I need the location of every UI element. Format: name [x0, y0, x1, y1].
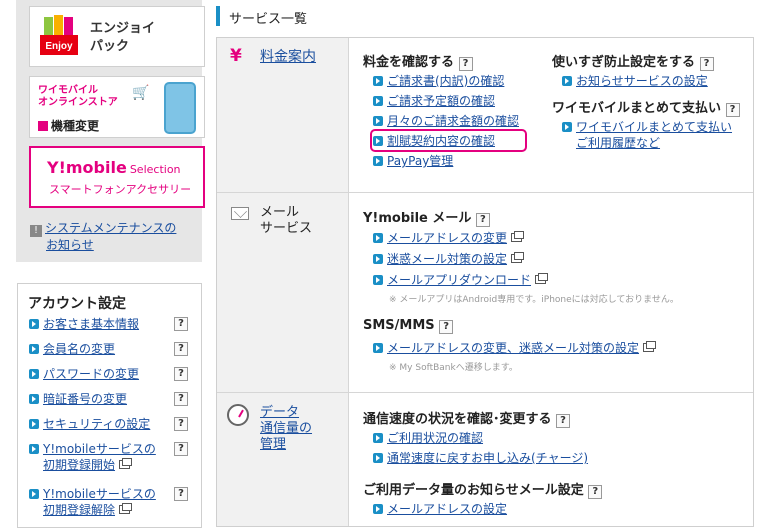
gauge-icon — [227, 404, 249, 426]
sidebar: Enjoy エンジョイ パック ワイモバイル オンラインストア 🛒 機種変更 Y… — [16, 0, 205, 528]
account-item-ymobile-unregister[interactable]: Y!mobileサービスの 初期登録解除 — [29, 486, 156, 518]
arrow-icon — [373, 116, 383, 126]
mail-link-address-change[interactable]: メールアドレスの変更 — [373, 230, 525, 246]
data-link-charge[interactable]: 通常速度に戻すお申し込み(チャージ) — [373, 450, 588, 466]
help-icon[interactable]: ? — [699, 57, 714, 71]
help-icon[interactable]: ? — [725, 103, 740, 117]
sms-mms-heading: SMS/MMS ? — [363, 318, 454, 334]
help-icon[interactable]: ? — [475, 213, 490, 227]
enjoy-pack-icon: Enjoy — [40, 15, 78, 55]
ymobile-selection-brand: Y!mobile Selection — [47, 158, 181, 177]
mail-link-app-download[interactable]: メールアプリダウンロード — [373, 272, 549, 288]
account-item-security[interactable]: セキュリティの設定 — [29, 416, 150, 432]
alert-icon: ! — [30, 225, 42, 237]
data-link-notify-address[interactable]: メールアドレスの設定 — [373, 501, 507, 517]
help-icon[interactable]: ? — [174, 317, 188, 331]
external-window-icon — [643, 341, 657, 352]
arrow-icon — [373, 343, 383, 353]
svg-text:Enjoy: Enjoy — [45, 41, 73, 52]
help-icon[interactable]: ? — [439, 320, 454, 334]
arrow-icon — [29, 319, 39, 329]
mail-link-spam[interactable]: 迷惑メール対策の設定 — [373, 251, 525, 267]
mail-app-note: ※ メールアプリはAndroid専用です。iPhoneには対応しておりません。 — [389, 295, 679, 305]
arrow-icon — [373, 233, 383, 243]
external-window-icon — [511, 252, 525, 263]
row-divider — [217, 192, 753, 193]
column-divider — [348, 38, 349, 526]
row-divider — [217, 392, 753, 393]
category-data[interactable]: データ 通信量の 管理 — [260, 405, 312, 453]
account-settings-title: アカウント設定 — [28, 296, 126, 312]
page-title: サービス一覧 — [229, 12, 308, 27]
arrow-icon — [373, 504, 383, 514]
overuse-link-notice[interactable]: お知らせサービスの設定 — [562, 73, 708, 89]
arrow-icon — [29, 444, 39, 454]
service-list-area: サービス一覧 ¥ 料金案内 メール サービス データ 通信量の 管理 料金を確認… — [216, 0, 768, 527]
arrow-icon — [373, 156, 383, 166]
help-icon[interactable]: ? — [174, 417, 188, 431]
speed-heading: 通信速度の状況を確認･変更する ? — [363, 408, 571, 428]
data-link-usage[interactable]: ご利用状況の確認 — [373, 430, 483, 446]
arrow-icon — [373, 433, 383, 443]
mail-icon — [231, 207, 249, 220]
external-window-icon — [119, 458, 133, 469]
arrow-icon — [373, 275, 383, 285]
category-billing[interactable]: 料金案内 — [260, 49, 316, 65]
external-window-icon — [535, 273, 549, 284]
account-item-customer-info[interactable]: お客さま基本情報 — [29, 316, 139, 332]
enjoy-pack-banner[interactable]: Enjoy エンジョイ パック — [29, 6, 205, 67]
help-icon[interactable]: ? — [174, 367, 188, 381]
bulk-payment-heading: ワイモバイルまとめて支払い ? — [552, 97, 740, 117]
billing-link-paypay[interactable]: PayPay管理 — [373, 153, 453, 169]
account-item-password[interactable]: パスワードの変更 — [29, 366, 139, 382]
help-icon[interactable]: ? — [174, 442, 188, 456]
billing-link-monthly[interactable]: 月々のご請求金額の確認 — [373, 113, 519, 129]
account-settings-panel: アカウント設定 お客さま基本情報 ? 会員名の変更 ? パスワードの変更 ? 暗… — [17, 283, 202, 528]
arrow-icon — [29, 394, 39, 404]
enjoy-pack-label: エンジョイ パック — [90, 21, 156, 54]
sms-link-settings[interactable]: メールアドレスの変更、迷惑メール対策の設定 — [373, 340, 657, 356]
ymobile-mail-heading: Y!mobile メール ? — [363, 207, 490, 227]
arrow-icon — [29, 369, 39, 379]
category-mail: メール サービス — [260, 205, 313, 236]
account-item-member-name[interactable]: 会員名の変更 — [29, 341, 115, 357]
bulk-payment-link[interactable]: ワイモバイルまとめて支払い ご利用履歴など — [562, 119, 732, 151]
external-window-icon — [511, 231, 525, 242]
sms-note: ※ My SoftBankへ遷移します。 — [389, 363, 518, 373]
help-icon[interactable]: ? — [174, 342, 188, 356]
external-window-icon — [119, 503, 133, 514]
arrow-icon — [373, 96, 383, 106]
billing-heading: 料金を確認する ? — [363, 51, 473, 71]
highlight-frame — [370, 129, 527, 152]
account-item-pin[interactable]: 暗証番号の変更 — [29, 391, 127, 407]
account-item-ymobile-register[interactable]: Y!mobileサービスの 初期登録開始 — [29, 441, 156, 473]
overuse-heading: 使いすぎ防止設定をする ? — [552, 51, 714, 71]
arrow-icon — [373, 76, 383, 86]
help-icon[interactable]: ? — [174, 487, 188, 501]
online-store-title: ワイモバイル オンラインストア — [38, 85, 118, 108]
online-store-banner[interactable]: ワイモバイル オンラインストア 🛒 機種変更 — [29, 76, 205, 138]
help-icon[interactable]: ? — [588, 485, 603, 499]
model-change-label: 機種変更 — [38, 117, 99, 134]
arrow-icon — [29, 489, 39, 499]
title-accent-bar — [216, 6, 220, 26]
billing-link-invoice[interactable]: ご請求書(内訳)の確認 — [373, 73, 504, 89]
smartphone-icon — [164, 82, 196, 134]
help-icon[interactable]: ? — [556, 414, 571, 428]
yen-icon: ¥ — [230, 46, 242, 66]
maintenance-notice-link[interactable]: ! システムメンテナンスの お知らせ — [30, 220, 176, 253]
arrow-icon — [373, 453, 383, 463]
help-icon[interactable]: ? — [174, 392, 188, 406]
arrow-icon — [562, 76, 572, 86]
accessory-label: スマートフォンアクセサリー — [49, 183, 192, 196]
notify-mail-heading: ご利用データ量のお知らせメール設定 ? — [363, 479, 603, 499]
arrow-icon — [29, 344, 39, 354]
cart-icon: 🛒 — [132, 85, 150, 101]
arrow-icon — [562, 122, 572, 132]
billing-link-forecast[interactable]: ご請求予定額の確認 — [373, 93, 495, 109]
arrow-icon — [29, 419, 39, 429]
help-icon[interactable]: ? — [458, 57, 473, 71]
ymobile-selection-banner[interactable]: Y!mobile Selection スマートフォンアクセサリー — [29, 146, 205, 208]
arrow-icon — [373, 254, 383, 264]
